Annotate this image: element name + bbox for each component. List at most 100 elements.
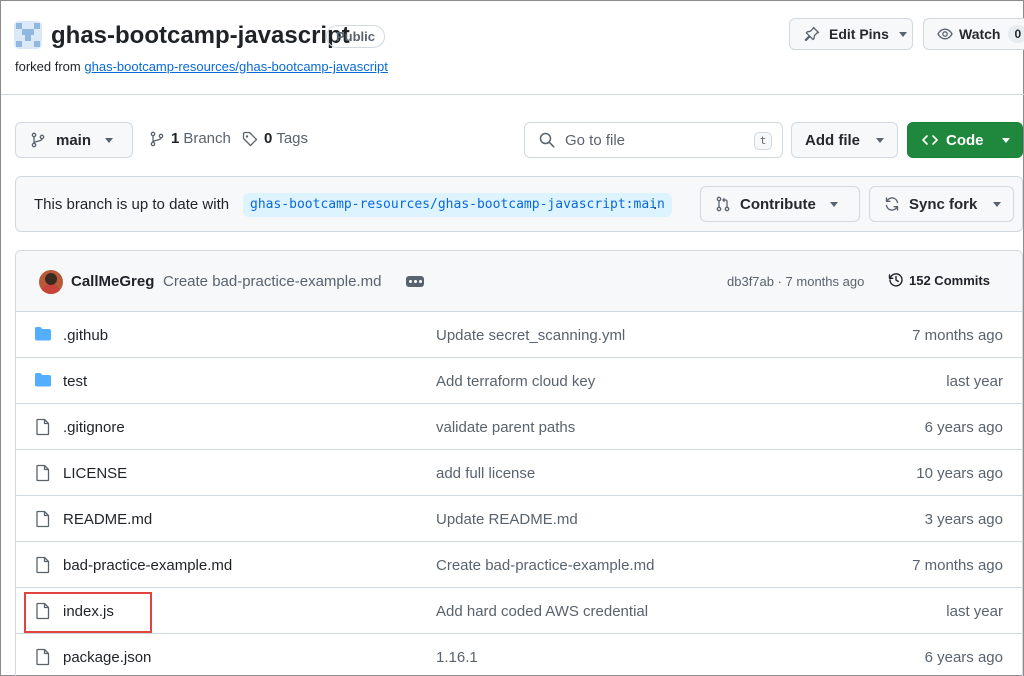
sync-icon	[885, 197, 899, 211]
table-row[interactable]: bad-practice-example.md Create bad-pract…	[16, 542, 1022, 588]
file-commit-message[interactable]: add full license	[436, 465, 535, 482]
table-row[interactable]: test Add terraform cloud key last year	[16, 358, 1022, 404]
file-name[interactable]: .github	[63, 327, 108, 344]
file-last-updated: 7 months ago	[912, 327, 1003, 344]
watch-label: Watch	[959, 26, 1001, 42]
file-commit-message[interactable]: Update README.md	[436, 511, 578, 528]
file-commit-message[interactable]: Create bad-practice-example.md	[436, 557, 654, 574]
table-row[interactable]: index.js Add hard coded AWS credential l…	[16, 588, 1022, 634]
upstream-branch-ref[interactable]: ghas-bootcamp-resources/ghas-bootcamp-ja…	[243, 193, 672, 217]
search-icon	[539, 132, 555, 148]
tags-count: 0	[264, 130, 273, 147]
file-last-updated: last year	[946, 603, 1003, 620]
chevron-down-icon	[1001, 137, 1010, 143]
search-input[interactable]	[565, 131, 735, 149]
file-last-updated: 3 years ago	[924, 511, 1003, 528]
fork-sync-banner: This branch is up to date with ghas-boot…	[15, 176, 1023, 232]
commit-history-link[interactable]: 152 Commits	[888, 272, 990, 288]
file-name[interactable]: LICENSE	[63, 465, 127, 482]
file-last-updated: 10 years ago	[916, 465, 1003, 482]
table-row[interactable]: .gitignore validate parent paths 6 years…	[16, 404, 1022, 450]
file-name[interactable]: bad-practice-example.md	[63, 557, 232, 574]
visibility-badge: Public	[326, 25, 386, 48]
file-name[interactable]: package.json	[63, 649, 151, 666]
file-commit-message[interactable]: Add hard coded AWS credential	[436, 603, 648, 620]
commits-count: 152 Commits	[909, 272, 990, 288]
add-file-label: Add file	[805, 131, 860, 149]
file-icon	[36, 602, 50, 620]
edit-pins-label: Edit Pins	[829, 26, 889, 42]
branches-count: 1	[171, 130, 180, 147]
file-name[interactable]: README.md	[63, 511, 152, 528]
add-file-button[interactable]: Add file	[791, 122, 898, 158]
tags-link[interactable]: 0 Tags	[242, 130, 308, 147]
repo-header: ghas-bootcamp-javascript Public forked f…	[1, 1, 1024, 95]
forked-from-link[interactable]: ghas-bootcamp-resources/ghas-bootcamp-ja…	[84, 59, 387, 74]
file-name[interactable]: .gitignore	[63, 419, 125, 436]
chevron-down-icon	[105, 137, 114, 143]
file-icon	[36, 464, 50, 482]
keyboard-shortcut-hint: t	[754, 132, 772, 150]
table-row[interactable]: README.md Update README.md 3 years ago	[16, 496, 1022, 542]
file-last-updated: 7 months ago	[912, 557, 1003, 574]
sync-fork-label: Sync fork	[909, 195, 978, 213]
repo-avatar	[14, 21, 42, 49]
folder-icon	[35, 373, 51, 387]
watch-count: 0	[1008, 25, 1024, 43]
file-commit-message[interactable]: Add terraform cloud key	[436, 373, 595, 390]
edit-pins-button[interactable]: Edit Pins	[789, 18, 913, 50]
history-icon	[888, 273, 903, 287]
sync-status-text: This branch is up to date with	[34, 196, 230, 213]
sync-status-period: .	[653, 196, 658, 213]
file-icon	[36, 418, 50, 436]
table-row[interactable]: LICENSE add full license 10 years ago	[16, 450, 1022, 496]
git-pull-request-icon	[716, 196, 730, 212]
forked-from-prefix: forked from	[15, 59, 81, 74]
tags-label: Tags	[276, 130, 309, 147]
commit-author[interactable]: CallMeGreg	[71, 273, 154, 290]
file-icon	[36, 556, 50, 574]
table-row[interactable]: .github Update secret_scanning.yml 7 mon…	[16, 312, 1022, 358]
avatar[interactable]	[39, 270, 63, 294]
file-browser-table: CallMeGreg Create bad-practice-example.m…	[15, 250, 1023, 676]
file-commit-message[interactable]: Update secret_scanning.yml	[436, 327, 625, 344]
branches-link[interactable]: 1 Branch	[149, 130, 231, 147]
eye-icon	[937, 28, 953, 40]
sync-fork-button[interactable]: Sync fork	[869, 186, 1014, 222]
tag-icon	[242, 131, 258, 146]
latest-commit-row: CallMeGreg Create bad-practice-example.m…	[16, 251, 1022, 312]
file-last-updated: 6 years ago	[924, 649, 1003, 666]
file-commit-message[interactable]: 1.16.1	[436, 649, 478, 666]
code-label: Code	[946, 131, 984, 149]
chevron-down-icon	[829, 201, 838, 207]
contribute-label: Contribute	[740, 195, 816, 213]
branch-name: main	[56, 131, 92, 149]
expand-commit-message-button[interactable]	[406, 276, 424, 287]
code-button[interactable]: Code	[907, 122, 1023, 158]
file-icon	[36, 648, 50, 666]
file-last-updated: 6 years ago	[924, 419, 1003, 436]
pin-icon	[804, 26, 820, 42]
watch-button[interactable]: Watch 0	[923, 18, 1024, 50]
file-name[interactable]: index.js	[63, 603, 114, 620]
git-branch-icon	[31, 132, 45, 148]
file-icon	[36, 510, 50, 528]
chevron-down-icon	[993, 201, 1002, 207]
contribute-button[interactable]: Contribute	[700, 186, 860, 222]
folder-icon	[35, 327, 51, 341]
git-branch-icon	[150, 131, 164, 146]
chevron-down-icon	[898, 31, 907, 37]
commit-hash-and-time[interactable]: db3f7ab · 7 months ago	[727, 274, 864, 289]
branches-label: Branch	[183, 130, 231, 147]
file-commit-message[interactable]: validate parent paths	[436, 419, 575, 436]
branch-selector[interactable]: main	[15, 122, 133, 158]
code-icon	[922, 135, 938, 145]
repo-title[interactable]: ghas-bootcamp-javascript	[51, 21, 350, 51]
commit-message[interactable]: Create bad-practice-example.md	[163, 273, 381, 290]
go-to-file-search[interactable]: t	[524, 122, 783, 158]
table-row[interactable]: package.json 1.16.1 6 years ago	[16, 634, 1022, 676]
file-name[interactable]: test	[63, 373, 87, 390]
chevron-down-icon	[876, 137, 884, 143]
file-last-updated: last year	[946, 373, 1003, 390]
forked-from-line: forked from ghas-bootcamp-resources/ghas…	[15, 59, 388, 74]
